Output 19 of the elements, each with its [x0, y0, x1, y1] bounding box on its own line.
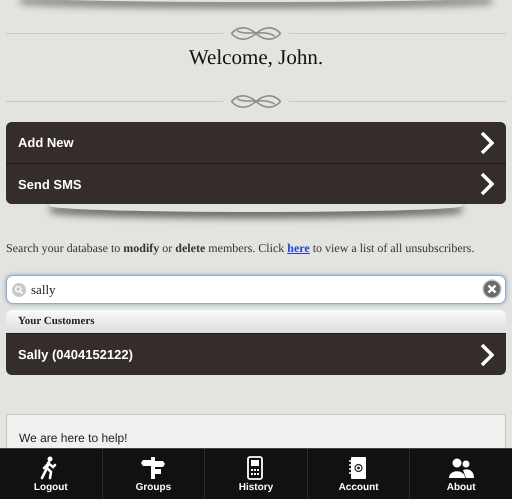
people-icon — [448, 456, 474, 480]
nav-button[interactable]: Groups — [102, 449, 204, 499]
unsubscribers-link[interactable]: here — [287, 241, 310, 255]
search-field[interactable]: sally — [6, 275, 506, 304]
help-title: We are here to help! — [19, 431, 129, 445]
chevron-icon — [480, 342, 494, 366]
clear-icon[interactable] — [482, 279, 502, 299]
chevron-icon — [480, 130, 494, 154]
nav-button[interactable]: History — [204, 449, 307, 499]
nav-button[interactable]: About — [409, 449, 512, 499]
chevron-icon — [480, 172, 494, 196]
list-header: Your Customers — [6, 310, 506, 333]
menu-item[interactable]: Send SMS — [6, 163, 506, 204]
nav-button[interactable]: Logout — [0, 449, 102, 499]
intro-text: Search your database to modify or delete members. Click here to view a list of all unsubscribers. — [6, 240, 476, 256]
page-title: Welcome, John. — [188, 44, 324, 70]
nav-button[interactable]: Account — [306, 449, 410, 499]
signpost-icon — [140, 456, 166, 480]
customer-item[interactable]: Sally (0404152122) — [6, 333, 506, 375]
